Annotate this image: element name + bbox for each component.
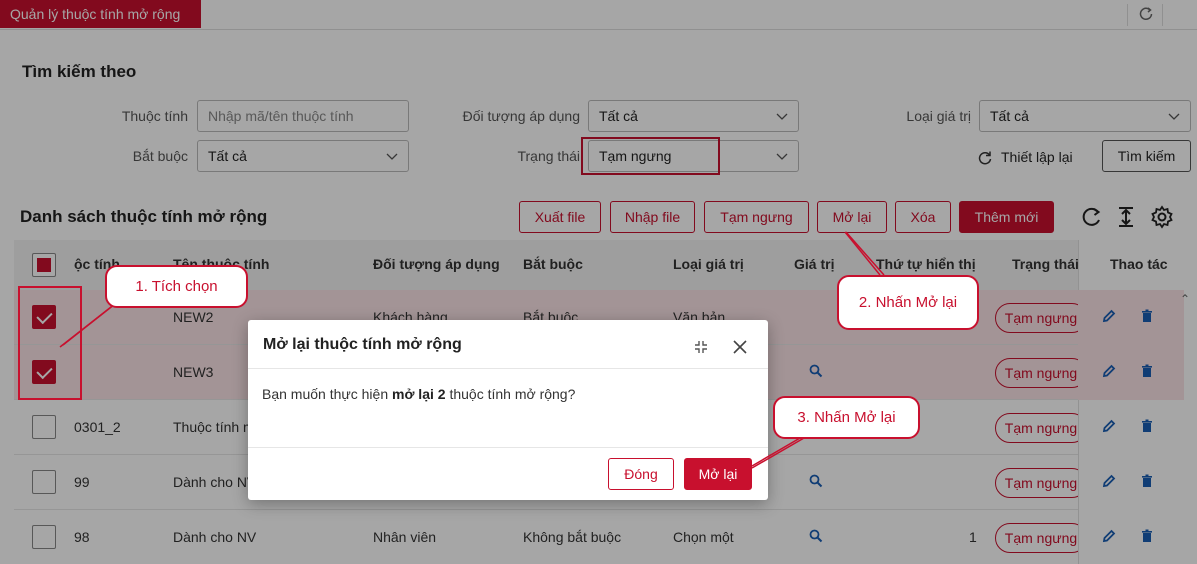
callout-step-3: 3. Nhấn Mở lại — [773, 396, 920, 439]
checkbox-highlight-box — [18, 286, 82, 400]
reopen-dialog: Mở lại thuộc tính mở rộng Bạn muốn thực … — [248, 320, 768, 500]
callout-step-1: 1. Tích chọn — [105, 265, 248, 308]
dialog-close-button[interactable]: Đóng — [608, 458, 674, 490]
dialog-title: Mở lại thuộc tính mở rộng — [263, 336, 462, 353]
divider — [248, 368, 768, 369]
close-icon[interactable] — [732, 339, 748, 355]
divider — [248, 447, 768, 448]
dialog-message: Bạn muốn thực hiện mở lại 2 thuộc tính m… — [262, 386, 576, 402]
dialog-reopen-button[interactable]: Mở lại — [684, 458, 752, 490]
expand-icon[interactable] — [694, 340, 708, 354]
callout-step-2: 2. Nhấn Mở lại — [837, 275, 979, 330]
